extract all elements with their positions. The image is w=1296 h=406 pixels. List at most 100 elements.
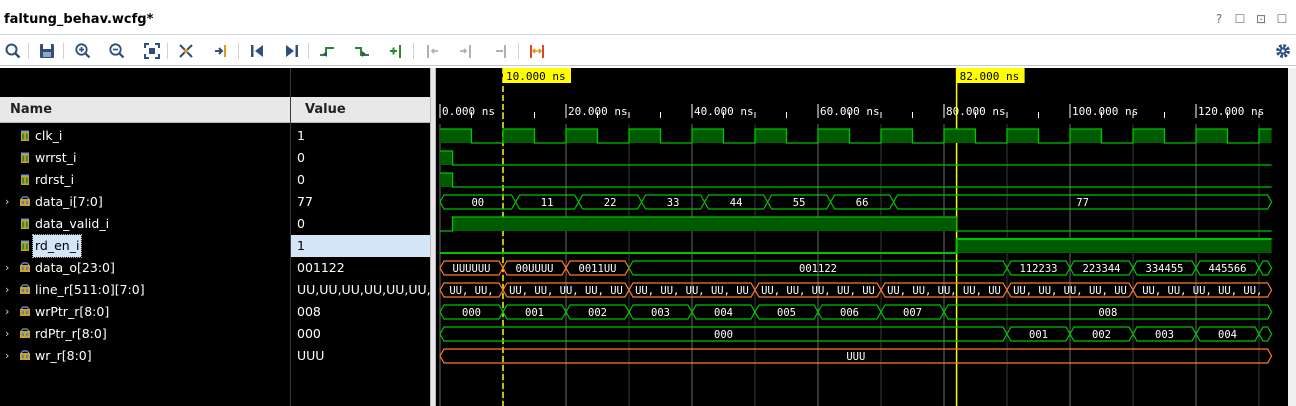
bus-segment <box>1258 260 1273 276</box>
prev-transition-icon <box>320 47 334 57</box>
signal-value: UU,UU,UU,UU,UU,UU,U <box>297 282 430 297</box>
expand-chevron-icon[interactable]: › <box>5 279 9 301</box>
delete-marker-button[interactable] <box>492 41 512 61</box>
signal-name: rdPtr_r[8:0] <box>35 326 107 341</box>
name-column-header[interactable]: Name <box>0 97 290 123</box>
save-button[interactable] <box>37 41 57 61</box>
bus-value-label: 445566 <box>1209 263 1247 275</box>
bus-value-label: UU, UU, UU, UU, UU <box>761 285 875 297</box>
go-to-cursor-button[interactable] <box>212 41 232 61</box>
bus-value-label: UU, UU, UU, UU, UU <box>509 285 623 297</box>
bus-value-label: 66 <box>856 197 869 209</box>
bus-value-label: 77 <box>1076 197 1089 209</box>
signal-row[interactable]: clk_i <box>0 125 290 147</box>
bus-value-label: 334455 <box>1146 263 1184 275</box>
signal-value: 0 <box>297 216 305 231</box>
bus-value-label: 008 <box>1098 307 1117 319</box>
vertical-scrollbar[interactable] <box>1288 68 1296 406</box>
expand-chevron-icon[interactable]: › <box>5 323 9 345</box>
bus-value-label: 112233 <box>1020 263 1058 275</box>
prev-marker-button[interactable] <box>422 41 442 61</box>
help-icon[interactable]: ? <box>1213 12 1225 26</box>
clock-high-fill <box>818 129 850 143</box>
maximize-icon[interactable]: ☐ <box>1276 12 1288 26</box>
zoom-fit-button[interactable] <box>142 41 162 61</box>
signal-name: rdrst_i <box>35 172 75 187</box>
signal-row[interactable]: › data_o[23:0] <box>0 257 290 279</box>
bus-segment <box>1258 326 1273 342</box>
toolbar-separator <box>518 43 519 59</box>
waveform-toolbar <box>0 36 1296 66</box>
swap-cursors-icon <box>530 45 544 58</box>
go-to-start-button[interactable] <box>247 41 267 61</box>
next-marker-button[interactable] <box>456 41 476 61</box>
signal-row[interactable]: rdrst_i <box>0 169 290 191</box>
zoom-fit-icon <box>144 43 160 59</box>
prev-transition-button[interactable] <box>317 41 337 61</box>
expand-chevron-icon[interactable]: › <box>5 345 9 367</box>
clock-high-fill <box>755 129 787 143</box>
toolbar-separator <box>63 43 64 59</box>
bus-value-label: 44 <box>730 197 743 209</box>
signal-value: 77 <box>297 194 313 209</box>
toolbar-separator <box>167 43 168 59</box>
signal-row[interactable]: › wr_r[8:0] <box>0 345 290 367</box>
zoom-in-button[interactable] <box>73 41 93 61</box>
bus-value-label: 00 <box>471 197 484 209</box>
signal-row[interactable]: › rdPtr_r[8:0] <box>0 323 290 345</box>
clock-high-fill <box>1133 129 1165 143</box>
go-to-end-button[interactable] <box>282 41 302 61</box>
bus-value-label: UU, UU, UU, UU, UU <box>635 285 749 297</box>
bit-wave <box>440 172 1272 188</box>
bus-signal-icon <box>20 350 30 360</box>
signal-names-panel: Name clk_i wrrst_i rdrst_i › data_i[7:0] data… <box>0 68 290 406</box>
bus-value-label: 001122 <box>799 263 837 275</box>
expand-chevron-icon[interactable]: › <box>5 191 9 213</box>
restore-icon[interactable]: ⊡ <box>1255 12 1267 26</box>
bus-signal-icon <box>20 328 30 338</box>
signal-row[interactable]: rd_en_i <box>0 234 290 258</box>
bit-high-fill <box>956 239 1272 253</box>
zoom-out-button[interactable] <box>107 41 127 61</box>
go-to-start-icon <box>251 45 263 57</box>
window-titlebar: faltung_behav.wcfg* ? ☐ ⊡ ☐ <box>0 0 1296 35</box>
waveform-canvas[interactable]: 0.000 ns 20.000 ns 40.000 ns 60.000 ns 80.00… <box>436 68 1296 406</box>
signal-value: 008 <box>297 304 321 319</box>
signal-row[interactable]: data_valid_i <box>0 213 290 235</box>
signal-row[interactable]: wrrst_i <box>0 147 290 169</box>
add-marker-button[interactable] <box>387 41 407 61</box>
swap-cursors-button[interactable] <box>527 41 547 61</box>
expand-chevron-icon[interactable]: › <box>5 301 9 323</box>
bus-value-label: 006 <box>840 307 859 319</box>
settings-button[interactable] <box>1273 41 1293 61</box>
time-label: 0.000 ns <box>442 105 495 118</box>
signal-values-panel: Value 1 0 0 77 0 1 001122 UU,UU,UU,UU,UU,UU,U 00… <box>291 68 430 406</box>
time-label: 100.000 ns <box>1072 105 1138 118</box>
signal-row[interactable]: › wrPtr_r[8:0] <box>0 301 290 323</box>
next-transition-button[interactable] <box>352 41 372 61</box>
clock-high-fill <box>440 129 472 143</box>
bus-signal-icon <box>20 306 30 316</box>
zoom-in-icon <box>75 43 91 59</box>
bus-value-label: 000 <box>462 307 481 319</box>
signal-value: 1 <box>291 235 430 257</box>
clock-high-fill <box>692 129 724 143</box>
search-button[interactable] <box>3 41 23 61</box>
bus-value-label: 003 <box>651 307 670 319</box>
clock-high-fill <box>1070 129 1102 143</box>
marker-label: 10.000 ns <box>506 70 566 83</box>
bus-signal-icon <box>20 262 30 272</box>
bit-wave <box>440 150 1272 166</box>
clock-high-fill <box>503 129 535 143</box>
go-to-cursor-icon <box>215 45 226 57</box>
bus-value-label: 223344 <box>1083 263 1121 275</box>
minimize-icon[interactable]: ☐ <box>1234 12 1246 26</box>
expand-chevron-icon[interactable]: › <box>5 257 9 279</box>
clock-high-fill <box>566 129 598 143</box>
bit-signal-icon <box>21 152 29 163</box>
signal-row[interactable]: › data_i[7:0] <box>0 191 290 213</box>
zoom-cursor-button[interactable] <box>176 41 196 61</box>
value-column-header[interactable]: Value <box>291 97 430 123</box>
signal-row[interactable]: › line_r[511:0][7:0] <box>0 279 290 301</box>
bit-high-fill <box>440 151 453 165</box>
